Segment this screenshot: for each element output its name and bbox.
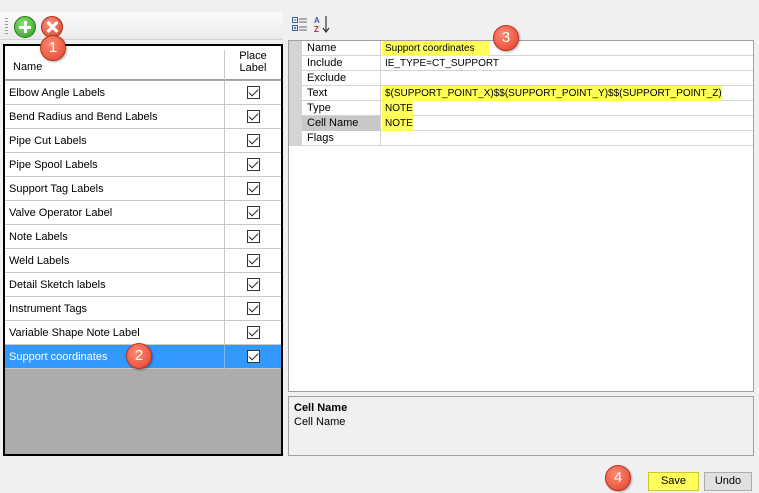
label-row-name: Variable Shape Note Label — [9, 327, 140, 339]
label-list-row[interactable]: Bend Radius and Bend Labels — [5, 105, 281, 129]
place-label-cell — [224, 105, 281, 129]
property-row[interactable]: Include IE_TYPE=CT_SUPPORT — [289, 56, 753, 71]
place-label-cell — [224, 273, 281, 297]
description-text: Cell Name — [294, 416, 346, 428]
label-row-name: Pipe Spool Labels — [9, 159, 98, 171]
svg-text:Z: Z — [314, 25, 319, 33]
property-value[interactable] — [382, 131, 385, 146]
property-gutter — [289, 41, 302, 56]
label-list-row[interactable]: Support Tag Labels — [5, 177, 281, 201]
place-label-cell — [224, 129, 281, 153]
place-label-checkbox[interactable] — [247, 302, 260, 315]
property-gutter — [289, 101, 302, 116]
property-gutter — [289, 56, 302, 71]
place-label-cell — [224, 81, 281, 105]
place-label-checkbox[interactable] — [247, 110, 260, 123]
property-label: Type — [302, 101, 381, 116]
place-label-cell — [224, 201, 281, 225]
property-grid: Name Support coordinates Include IE_TYPE=CT… — [288, 40, 754, 392]
property-label: Flags — [302, 131, 381, 146]
label-row-name: Valve Operator Label — [9, 207, 113, 219]
property-value[interactable]: IE_TYPE=CT_SUPPORT — [382, 56, 499, 71]
property-value[interactable]: $(SUPPORT_POINT_X)$$(SUPPORT_POINT_Y)$$(… — [382, 86, 722, 101]
categorized-icon[interactable] — [292, 17, 308, 32]
alphabetical-sort-icon[interactable]: A Z — [314, 15, 330, 33]
property-gutter — [289, 131, 302, 146]
property-label: Exclude — [302, 71, 381, 86]
property-row[interactable]: Exclude — [289, 71, 753, 86]
label-row-name: Bend Radius and Bend Labels — [9, 111, 158, 123]
place-label-checkbox[interactable] — [247, 278, 260, 291]
property-gutter — [289, 71, 302, 86]
property-row[interactable]: Text $(SUPPORT_POINT_X)$$(SUPPORT_POINT_Y… — [289, 86, 753, 101]
label-row-name: Instrument Tags — [9, 303, 88, 315]
label-row-name: Detail Sketch labels — [9, 279, 106, 291]
place-label-checkbox[interactable] — [247, 158, 260, 171]
property-label: Name — [302, 41, 381, 56]
label-list-row[interactable]: Valve Operator Label — [5, 201, 281, 225]
label-list-row[interactable]: Note Labels — [5, 225, 281, 249]
toolbar-grip — [5, 18, 8, 34]
save-button[interactable]: Save — [648, 472, 699, 491]
property-label: Include — [302, 56, 381, 71]
place-label-cell — [224, 321, 281, 345]
callout-1: 1 — [40, 35, 66, 61]
property-toolbar: A Z — [289, 14, 349, 36]
column-header-name[interactable]: Name — [13, 61, 42, 73]
label-row-name: Support coordinates — [9, 351, 108, 363]
property-label: Cell Name — [302, 116, 381, 131]
place-label-checkbox[interactable] — [247, 326, 260, 339]
place-label-checkbox[interactable] — [247, 350, 260, 363]
place-label-cell — [224, 345, 281, 369]
label-toolbar — [0, 12, 283, 40]
place-label-cell — [224, 177, 281, 201]
svg-text:A: A — [314, 16, 320, 25]
property-row[interactable]: Name Support coordinates — [289, 41, 753, 56]
place-label-cell — [224, 225, 281, 249]
label-list-grid: Name Place Label Elbow Angle Labels Bend R… — [3, 44, 283, 456]
label-list-row[interactable]: Pipe Spool Labels — [5, 153, 281, 177]
callout-3: 3 — [493, 25, 519, 51]
label-row-name: Weld Labels — [9, 255, 70, 267]
place-label-cell — [224, 153, 281, 177]
place-label-cell — [224, 297, 281, 321]
place-label-checkbox[interactable] — [247, 230, 260, 243]
label-list-row[interactable]: Detail Sketch labels — [5, 273, 281, 297]
place-label-checkbox[interactable] — [247, 134, 260, 147]
place-label-checkbox[interactable] — [247, 254, 260, 267]
property-value[interactable] — [382, 71, 385, 86]
property-row[interactable]: Type NOTE — [289, 101, 753, 116]
callout-2: 2 — [126, 343, 152, 369]
label-row-name: Pipe Cut Labels — [9, 135, 87, 147]
place-label-checkbox[interactable] — [247, 86, 260, 99]
column-header-place-label[interactable]: Place Label — [224, 50, 281, 80]
property-value[interactable]: Support coordinates — [382, 41, 489, 56]
label-list-row[interactable]: Variable Shape Note Label — [5, 321, 281, 345]
property-label: Text — [302, 86, 381, 101]
property-gutter — [289, 116, 302, 131]
label-list-row[interactable]: Elbow Angle Labels — [5, 81, 281, 105]
place-label-cell — [224, 249, 281, 273]
property-gutter — [289, 86, 302, 101]
place-label-checkbox[interactable] — [247, 182, 260, 195]
property-value[interactable]: NOTE — [382, 116, 413, 131]
label-list-row[interactable]: Weld Labels — [5, 249, 281, 273]
label-list-row[interactable]: Pipe Cut Labels — [5, 129, 281, 153]
property-row[interactable]: Flags — [289, 131, 753, 146]
description-title: Cell Name — [294, 402, 348, 414]
description-panel: Cell Name Cell Name — [288, 396, 754, 456]
callout-4: 4 — [605, 465, 631, 491]
undo-button[interactable]: Undo — [704, 472, 752, 491]
place-label-checkbox[interactable] — [247, 206, 260, 219]
label-row-name: Elbow Angle Labels — [9, 87, 106, 99]
label-list-row[interactable]: Instrument Tags — [5, 297, 281, 321]
property-value[interactable]: NOTE — [382, 101, 413, 116]
property-row[interactable]: Cell Name NOTE — [289, 116, 753, 131]
label-row-name: Support Tag Labels — [9, 183, 104, 195]
add-label-icon[interactable] — [14, 16, 36, 38]
label-row-name: Note Labels — [9, 231, 68, 243]
